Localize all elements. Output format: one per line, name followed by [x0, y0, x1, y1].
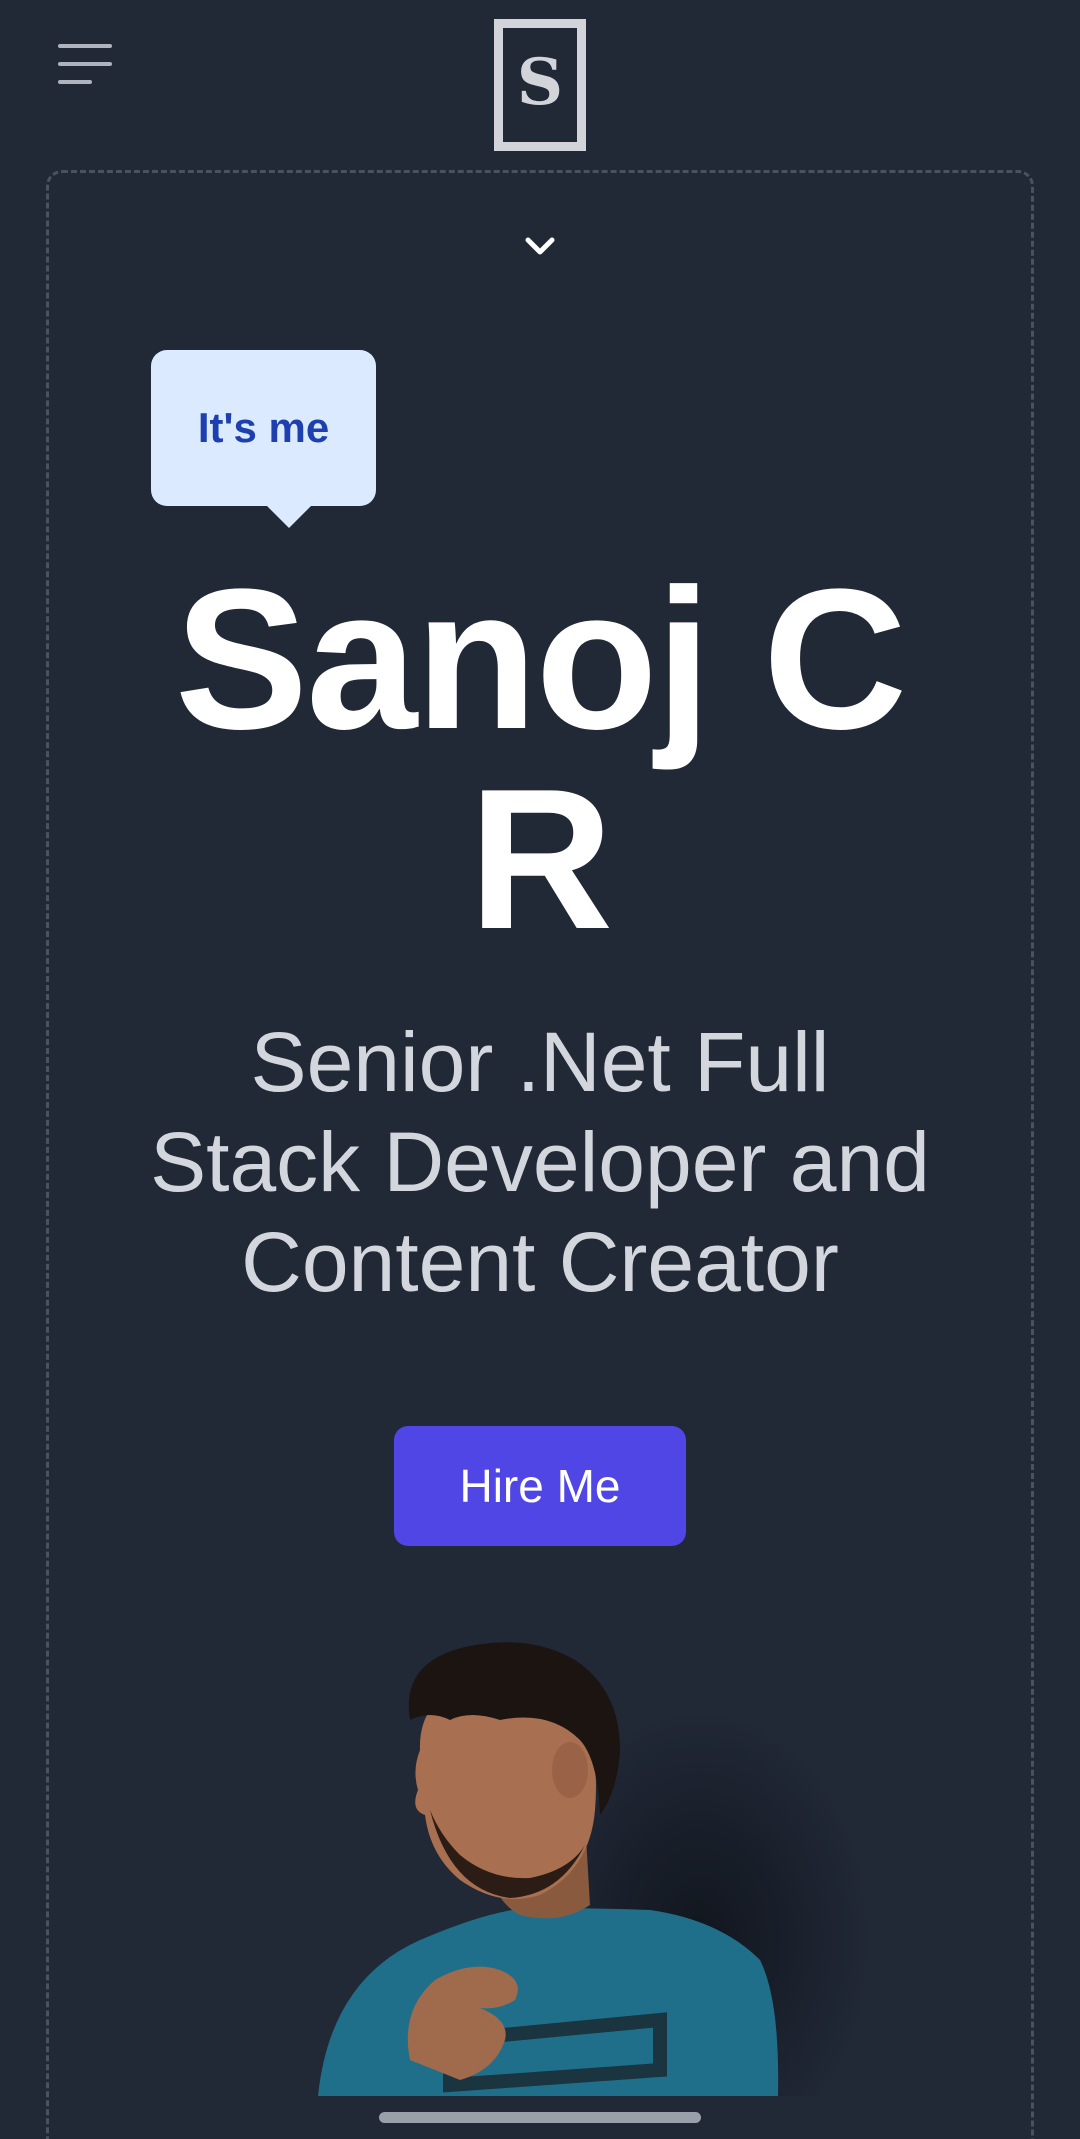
speech-bubble-text: It's me [197, 404, 330, 451]
hero-role-line-1: Senior .Net Full [250, 1015, 830, 1109]
hero-role-line-2: Stack Developer and [150, 1115, 930, 1209]
hero-name: Sanoj C R [120, 560, 960, 960]
portfolio-page: S It's me Sanoj C R Senior .Net Full Sta… [0, 0, 1080, 2139]
speech-bubble: It's me [151, 350, 376, 528]
hamburger-menu-icon[interactable] [56, 40, 120, 92]
chevron-down-icon[interactable] [520, 230, 560, 262]
person-portrait-photo [300, 1640, 900, 2139]
logo-letter: S [516, 45, 564, 120]
home-indicator[interactable] [379, 2112, 701, 2123]
hero-role-line-3: Content Creator [241, 1215, 839, 1309]
hero-name-line-2: R [468, 748, 613, 971]
hero-name-line-1: Sanoj C [174, 548, 908, 771]
hero-role: Senior .Net Full Stack Developer and Con… [120, 1012, 960, 1312]
hire-me-button[interactable]: Hire Me [394, 1426, 686, 1546]
site-logo[interactable]: S [494, 19, 586, 151]
